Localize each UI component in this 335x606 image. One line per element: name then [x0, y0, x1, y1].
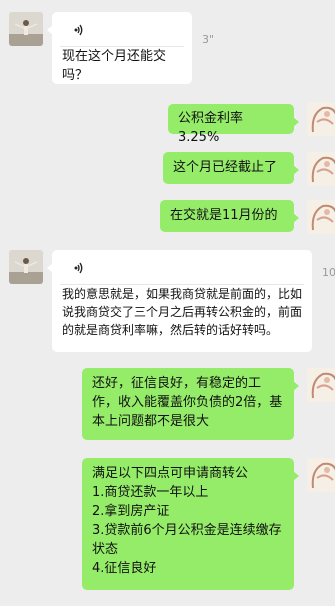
voice-duration: 10: [322, 266, 335, 279]
voice-transcript-text: 我的意思就是，如果我商贷就是前面的，比如说我商贷交了三个月之后再转公积金的，前面…: [62, 287, 303, 337]
voice-wave-icon: [74, 23, 84, 42]
voice-message-bar[interactable]: [60, 250, 304, 285]
message-bubble-sent[interactable]: 公积金利率3.25%: [168, 104, 299, 145]
message-bubble-sent[interactable]: 还好，征信良好，有稳定的工作，收入能覆盖你负债的2倍，基本上问题都不是很大: [82, 368, 299, 440]
my-avatar[interactable]: [307, 200, 335, 234]
contact-avatar[interactable]: [9, 250, 43, 284]
message-bubble-sent[interactable]: 满足以下四点可申请商转公 1.商贷还款一年以上 2.拿到房产证 3.贷款前6个月…: [82, 458, 299, 590]
message-text: 还好，征信良好，有稳定的工作，收入能覆盖你负债的2倍，基本上问题都不是很大: [92, 376, 283, 429]
message-text: 这个月已经截止了: [173, 160, 278, 175]
my-avatar[interactable]: [307, 152, 335, 186]
message-bubble-sent[interactable]: 在交就是11月份的: [160, 200, 299, 232]
voice-duration: 3": [202, 33, 215, 46]
message-bubble-received[interactable]: 现在这个月还能交吗？: [47, 12, 192, 84]
message-text: 在交就是11月份的: [170, 208, 278, 223]
message-text: 满足以下四点可申请商转公 1.商贷还款一年以上 2.拿到房产证 3.贷款前6个月…: [92, 466, 282, 576]
my-avatar[interactable]: [307, 458, 335, 492]
message-bubble-sent[interactable]: 这个月已经截止了: [163, 152, 299, 184]
voice-transcript-text: 现在这个月还能交吗？: [62, 49, 167, 83]
contact-avatar[interactable]: [9, 12, 43, 46]
message-bubble-received[interactable]: 我的意思就是，如果我商贷就是前面的，比如说我商贷交了三个月之后再转公积金的，前面…: [47, 250, 312, 352]
message-text: 公积金利率3.25%: [178, 111, 244, 145]
voice-message-bar[interactable]: [60, 12, 184, 47]
my-avatar[interactable]: [307, 102, 335, 136]
voice-wave-icon: [74, 261, 84, 280]
my-avatar[interactable]: [307, 368, 335, 402]
